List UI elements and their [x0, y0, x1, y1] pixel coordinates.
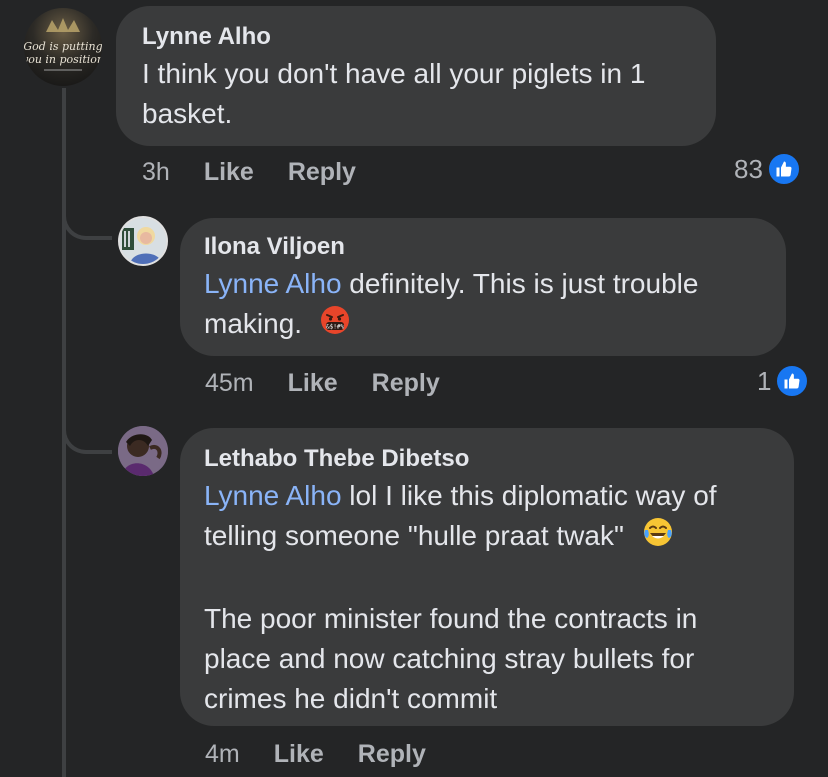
comment-actions: 45m Like Reply — [205, 369, 474, 398]
comment-text: I think you don't have all your piglets … — [142, 58, 646, 129]
comment-timestamp[interactable]: 4m — [205, 740, 240, 769]
comment-timestamp[interactable]: 3h — [142, 158, 170, 187]
like-button[interactable]: Like — [204, 158, 254, 187]
thread-connector-1 — [62, 196, 112, 240]
reply-button[interactable]: Reply — [288, 158, 356, 187]
angry-cursing-face-emoji: &$!#% — [320, 305, 350, 346]
avatar-image — [118, 426, 168, 476]
thread-connector-2 — [62, 410, 112, 454]
mention-link[interactable]: Lynne Alho — [204, 268, 342, 299]
comment-author[interactable]: Ilona Viljoen — [204, 232, 786, 262]
comment-bubble: Lynne Alho I think you don't have all yo… — [116, 6, 716, 146]
avatar[interactable]: God is putting you in position — [24, 8, 102, 86]
comment-actions: 4m Like Reply — [205, 740, 460, 769]
svg-text:&$!#%: &$!#% — [326, 324, 344, 331]
comment-text: Lynne Alho lol I like this diplomatic wa… — [204, 480, 717, 715]
like-icon — [766, 152, 801, 186]
reply-bubble: Ilona Viljoen Lynne Alho definitely. Thi… — [180, 218, 786, 356]
comment-timestamp[interactable]: 45m — [205, 369, 254, 398]
like-icon — [775, 364, 810, 398]
tears-of-joy-emoji — [642, 516, 674, 559]
reaction-summary[interactable]: 83 — [734, 152, 801, 186]
comment-actions: 3h Like Reply — [142, 158, 390, 187]
avatar-image — [120, 218, 166, 264]
comment-author[interactable]: Lethabo Thebe Dibetso — [204, 444, 794, 474]
mention-link[interactable]: Lynne Alho — [204, 480, 342, 511]
avatar[interactable] — [118, 426, 168, 476]
comment-text: Lynne Alho definitely. This is just trou… — [204, 264, 786, 346]
like-button[interactable]: Like — [288, 369, 338, 398]
comment-author[interactable]: Lynne Alho — [142, 22, 716, 52]
reply-bubble: Lethabo Thebe Dibetso Lynne Alho lol I l… — [180, 428, 794, 726]
avatar-image: God is putting you in position — [24, 18, 102, 71]
reply-button[interactable]: Reply — [358, 740, 426, 769]
like-button[interactable]: Like — [274, 740, 324, 769]
reaction-summary[interactable]: 1 — [757, 364, 810, 398]
svg-text:God is putting: God is putting — [24, 40, 102, 53]
reaction-count: 1 — [757, 365, 772, 396]
reply-button[interactable]: Reply — [372, 369, 440, 398]
svg-text:you in position: you in position — [24, 53, 102, 66]
avatar[interactable] — [118, 216, 168, 266]
reaction-count: 83 — [734, 153, 763, 184]
